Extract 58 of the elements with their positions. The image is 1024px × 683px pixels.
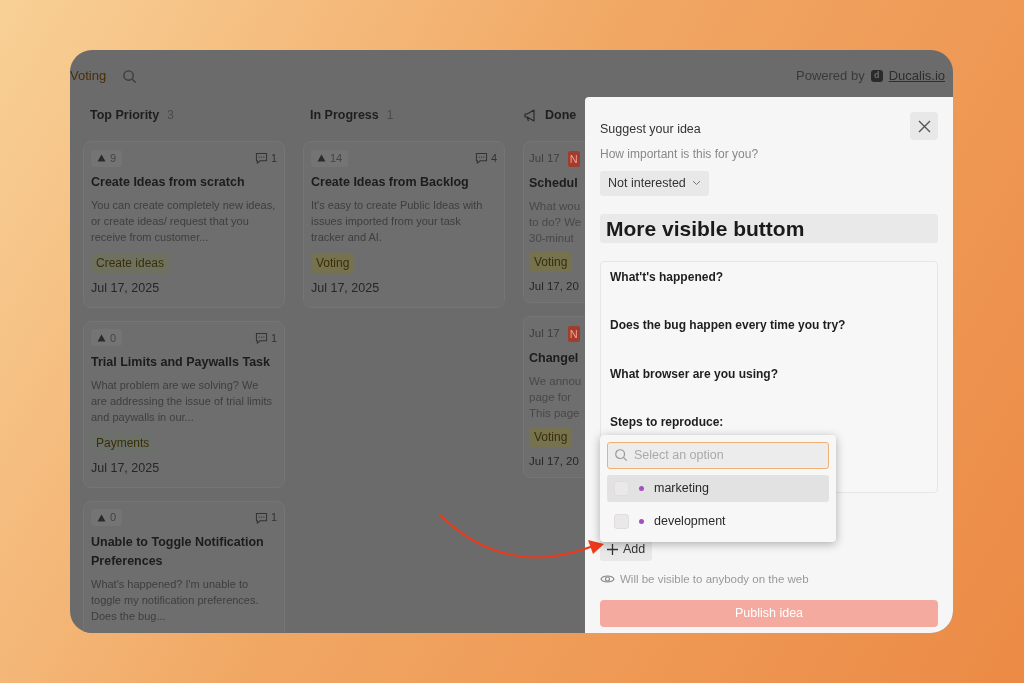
card-title: Schedul	[529, 175, 579, 192]
voting-tab[interactable]: Voting	[70, 66, 107, 86]
card-tag: Voting	[529, 427, 573, 447]
upvote-icon	[97, 154, 106, 162]
column-title: Done	[545, 106, 577, 124]
chevron-down-icon	[691, 180, 701, 187]
option-search-input[interactable]: Select an option	[634, 445, 814, 465]
option-item[interactable]: marketing	[607, 474, 829, 502]
search-icon	[614, 448, 628, 463]
plus-icon	[607, 544, 618, 556]
publish-idea-button[interactable]: Publish idea	[600, 600, 938, 627]
importance-dropdown[interactable]: Not interested	[600, 170, 709, 196]
card-date: Jul 17, 20	[529, 454, 580, 469]
visibility-note: Will be visible to anybody on the web	[620, 571, 809, 587]
upvote-icon	[317, 154, 326, 162]
upvote-icon	[97, 333, 106, 342]
comment-count: 1	[270, 330, 277, 346]
comment-icon	[254, 331, 268, 344]
brand-link[interactable]: Ducalis.io	[888, 66, 945, 86]
card-tag: Voting	[311, 253, 355, 273]
card-tag: Payments	[91, 432, 155, 453]
close-button[interactable]	[910, 112, 938, 140]
new-badge: N	[567, 150, 580, 168]
comment-icon	[254, 511, 268, 524]
card-date: Jul 17, 2025	[91, 459, 161, 477]
eye-icon	[600, 574, 615, 585]
checkbox[interactable]	[614, 513, 629, 529]
option-search-field[interactable]: Select an option	[607, 441, 829, 469]
column-title: In Progress	[310, 106, 379, 124]
card-title: Changel	[529, 350, 580, 367]
card-date: Jul 17, 2025	[91, 280, 161, 297]
editor-prompt: Steps to reproduce:	[610, 415, 725, 430]
close-icon	[917, 119, 931, 133]
comment-count: 4	[490, 150, 497, 166]
card-title: Trial Limits and Paywalls Task	[91, 353, 271, 371]
card-date: Jul 17, 20	[529, 279, 580, 294]
card-title: Unable to Toggle Notification Preferences	[91, 533, 265, 570]
option-item[interactable]: development	[607, 507, 829, 535]
brand-logo: d	[870, 70, 883, 82]
importance-label: How important is this for you?	[600, 145, 759, 163]
comment-count: 1	[270, 510, 277, 526]
comment-count: 1	[270, 150, 277, 166]
idea-title-field[interactable]: More visible buttom	[600, 213, 938, 243]
upvote-icon	[97, 513, 106, 522]
card-tag: Voting	[529, 252, 573, 272]
card-tag: Create ideas	[91, 253, 170, 273]
column-title: Top Priority	[90, 106, 160, 124]
card-title: Create Ideas from scratch	[91, 174, 246, 191]
editor-prompt: What browser are you using?	[610, 366, 780, 381]
comment-icon	[474, 152, 488, 164]
panel-heading: Suggest your idea	[600, 121, 702, 138]
search-icon[interactable]	[122, 68, 138, 84]
new-badge: N	[567, 325, 580, 343]
comment-icon	[254, 152, 268, 164]
card-title: Create Ideas from Backlog	[311, 174, 470, 191]
editor-prompt: Does the bug happen every time you try?	[610, 318, 847, 333]
editor-prompt: What't's happened?	[610, 269, 725, 284]
card-date: Jul 17, 2025	[311, 280, 381, 297]
